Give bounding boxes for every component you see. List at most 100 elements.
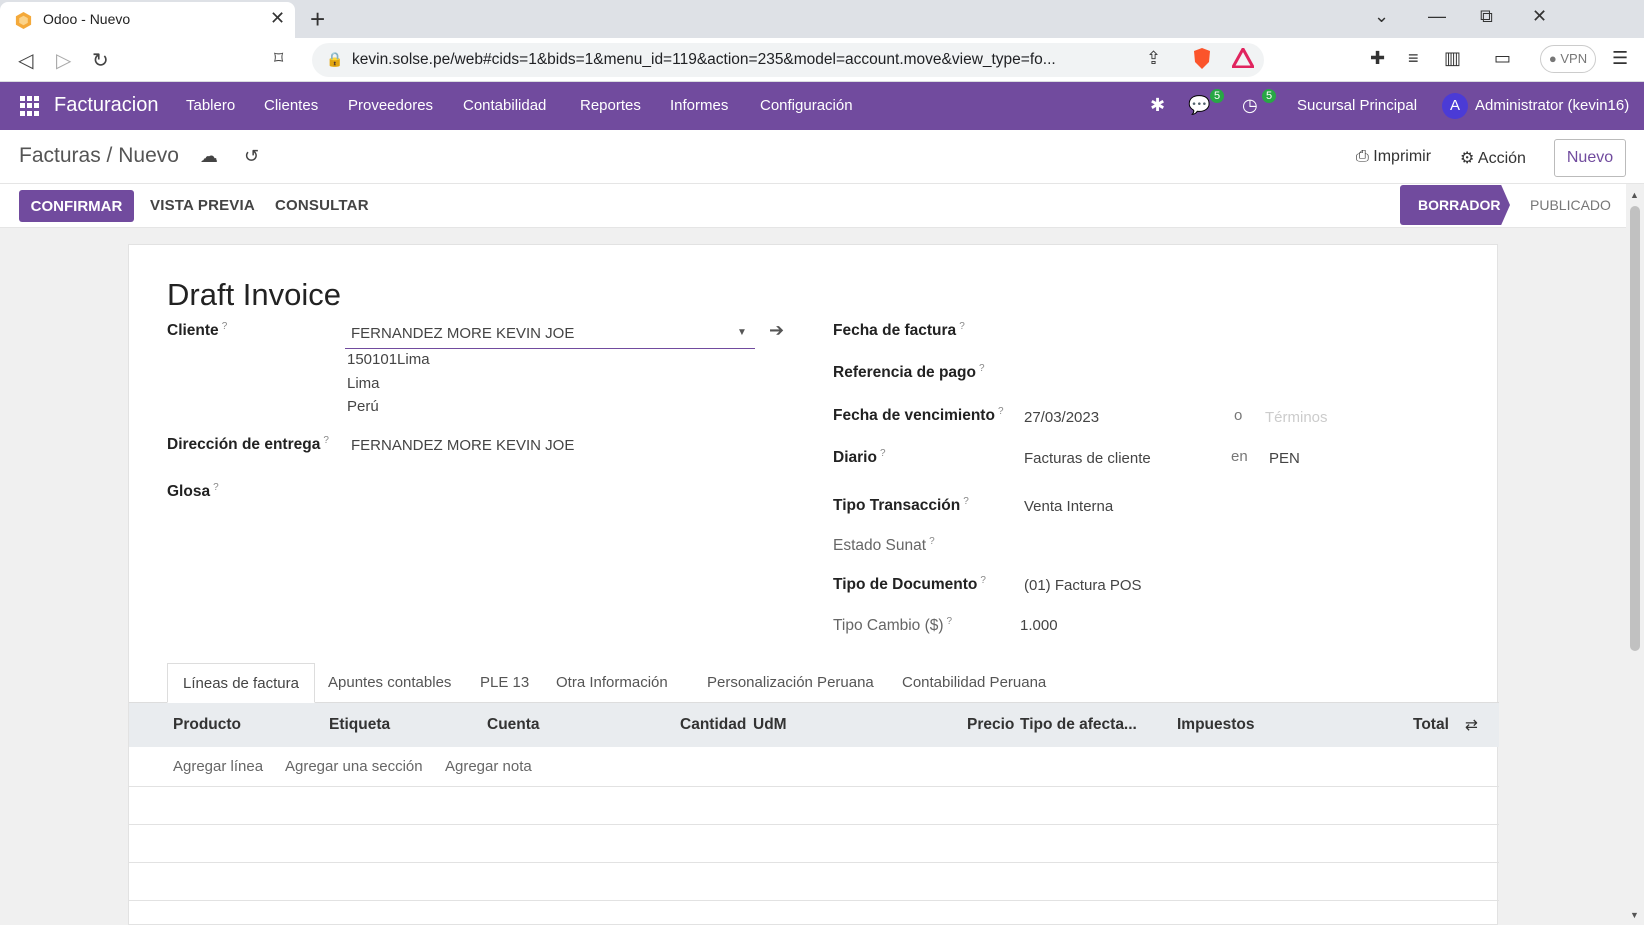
bug-icon[interactable]: ✱ bbox=[1150, 95, 1165, 116]
form-statusbar: CONFIRMAR VISTA PREVIA CONSULTAR BORRADO… bbox=[0, 184, 1644, 228]
address-bar[interactable]: 🔒 kevin.solse.pe/web#cids=1&bids=1&menu_… bbox=[312, 43, 1264, 77]
menu-clientes[interactable]: Clientes bbox=[264, 97, 318, 114]
messages-badge: 5 bbox=[1210, 89, 1225, 103]
tipo-cambio-label: Tipo Cambio ($)? bbox=[833, 616, 953, 635]
page-scrollbar[interactable]: ▲ ▼ bbox=[1626, 184, 1644, 925]
bookmark-icon[interactable]: ⌑ bbox=[274, 48, 283, 69]
preview-button[interactable]: VISTA PREVIA bbox=[150, 197, 255, 214]
external-link-icon[interactable]: ➔ bbox=[769, 320, 784, 341]
tipo-documento-field[interactable]: (01) Factura POS bbox=[1024, 577, 1142, 594]
tab-search-dropdown-icon[interactable]: ⌄ bbox=[1374, 6, 1389, 27]
tipo-cambio-field[interactable]: 1.000 bbox=[1020, 617, 1058, 634]
playlist-icon[interactable]: ≡ bbox=[1408, 48, 1419, 69]
menu-tablero[interactable]: Tablero bbox=[186, 97, 235, 114]
cloud-upload-icon[interactable]: ☁ bbox=[200, 146, 218, 167]
undo-icon[interactable]: ↺ bbox=[244, 146, 259, 167]
share-icon[interactable]: ⇪ bbox=[1146, 48, 1161, 69]
tipo-transaccion-field[interactable]: Venta Interna bbox=[1024, 498, 1113, 515]
col-cantidad[interactable]: Cantidad bbox=[680, 716, 746, 734]
diario-label: Diario? bbox=[833, 448, 886, 467]
page-title: Draft Invoice bbox=[167, 277, 342, 312]
add-section-link[interactable]: Agregar una sección bbox=[285, 758, 423, 775]
browser-tab[interactable]: Odoo - Nuevo ✕ bbox=[0, 2, 295, 38]
brave-shield-icon[interactable] bbox=[1192, 47, 1212, 71]
menu-informes[interactable]: Informes bbox=[670, 97, 728, 114]
cliente-field[interactable]: FERNANDEZ MORE KEVIN JOE ▼ bbox=[345, 319, 755, 349]
tab-otra-informacion[interactable]: Otra Información bbox=[541, 663, 683, 703]
lock-icon: 🔒 bbox=[326, 51, 344, 67]
lines-add-row: Agregar línea Agregar una sección Agrega… bbox=[129, 747, 1499, 787]
terminos-field[interactable]: Términos bbox=[1265, 409, 1328, 426]
tab-contabilidad-peruana[interactable]: Contabilidad Peruana bbox=[887, 663, 1061, 703]
tab-lineas-factura[interactable]: Líneas de factura bbox=[167, 663, 315, 703]
new-tab-button[interactable]: + bbox=[310, 4, 325, 35]
tab-ple-13[interactable]: PLE 13 bbox=[465, 663, 544, 703]
minimize-button[interactable]: — bbox=[1428, 6, 1446, 27]
add-note-link[interactable]: Agregar nota bbox=[445, 758, 532, 775]
browser-menu-icon[interactable]: ☰ bbox=[1612, 48, 1628, 69]
brave-rewards-icon[interactable] bbox=[1232, 48, 1254, 68]
col-cuenta[interactable]: Cuenta bbox=[487, 716, 540, 734]
clock-icon[interactable]: ◷ bbox=[1242, 95, 1258, 116]
scroll-up-icon[interactable]: ▲ bbox=[1630, 190, 1639, 200]
stage-publicado[interactable]: PUBLICADO bbox=[1530, 197, 1611, 213]
notebook-tabs: Líneas de factura Apuntes contables PLE … bbox=[129, 663, 1499, 703]
breadcrumb-parent[interactable]: Facturas bbox=[19, 144, 101, 167]
back-icon[interactable]: ◁ bbox=[18, 48, 33, 73]
diario-field[interactable]: Facturas de cliente bbox=[1024, 450, 1151, 467]
consult-button[interactable]: CONSULTAR bbox=[275, 197, 369, 214]
menu-configuracion[interactable]: Configuración bbox=[760, 97, 853, 114]
entrega-field[interactable]: FERNANDEZ MORE KEVIN JOE bbox=[351, 437, 574, 454]
breadcrumb: Facturas / Nuevo bbox=[19, 144, 179, 168]
new-record-button[interactable]: Nuevo bbox=[1554, 139, 1626, 177]
apps-grid-icon[interactable] bbox=[20, 96, 40, 116]
wallet-icon[interactable]: ▭ bbox=[1494, 48, 1511, 69]
extensions-icon[interactable]: ✚ bbox=[1370, 48, 1385, 69]
stage-borrador[interactable]: BORRADOR bbox=[1400, 185, 1510, 225]
vencimiento-or: o bbox=[1234, 407, 1243, 424]
tab-close-icon[interactable]: ✕ bbox=[270, 8, 285, 29]
chat-icon[interactable]: 💬 bbox=[1188, 95, 1210, 116]
scroll-down-icon[interactable]: ▼ bbox=[1630, 910, 1639, 920]
col-udm[interactable]: UdM bbox=[753, 716, 787, 734]
sidebar-icon[interactable]: ▥ bbox=[1444, 48, 1461, 69]
estado-sunat-label: Estado Sunat? bbox=[833, 536, 935, 555]
app-name[interactable]: Facturacion bbox=[54, 94, 159, 117]
column-toggle-icon[interactable]: ⇄ bbox=[1465, 716, 1478, 735]
confirm-button[interactable]: CONFIRMAR bbox=[19, 190, 134, 222]
col-precio[interactable]: Precio bbox=[967, 716, 1014, 734]
col-total[interactable]: Total bbox=[1413, 716, 1449, 734]
avatar[interactable]: A bbox=[1442, 93, 1468, 119]
vpn-button[interactable]: ● VPN bbox=[1540, 45, 1596, 73]
currency-field[interactable]: PEN bbox=[1269, 450, 1300, 467]
url-text[interactable]: kevin.solse.pe/web#cids=1&bids=1&menu_id… bbox=[352, 51, 1056, 69]
company-switcher[interactable]: Sucursal Principal bbox=[1297, 97, 1417, 114]
scroll-thumb[interactable] bbox=[1630, 206, 1640, 651]
menu-proveedores[interactable]: Proveedores bbox=[348, 97, 433, 114]
chevron-down-icon[interactable]: ▼ bbox=[737, 327, 747, 338]
breadcrumb-current: Nuevo bbox=[118, 144, 179, 167]
menu-reportes[interactable]: Reportes bbox=[580, 97, 641, 114]
col-impuestos[interactable]: Impuestos bbox=[1177, 716, 1255, 734]
entrega-label: Dirección de entrega? bbox=[167, 435, 329, 454]
browser-tabbar: Odoo - Nuevo ✕ + ⌄ — ⧉ ✕ bbox=[0, 0, 1644, 38]
odoo-favicon-icon bbox=[15, 11, 32, 30]
col-producto[interactable]: Producto bbox=[173, 716, 241, 734]
menu-contabilidad[interactable]: Contabilidad bbox=[463, 97, 546, 114]
tab-apuntes-contables[interactable]: Apuntes contables bbox=[313, 663, 466, 703]
tab-personalizacion-peruana[interactable]: Personalización Peruana bbox=[692, 663, 889, 703]
user-menu[interactable]: Administrator (kevin16) bbox=[1475, 97, 1629, 114]
add-line-link[interactable]: Agregar línea bbox=[173, 758, 263, 775]
close-window-button[interactable]: ✕ bbox=[1532, 6, 1547, 27]
col-tipo-afectacion[interactable]: Tipo de afecta... bbox=[1020, 716, 1137, 734]
vencimiento-field[interactable]: 27/03/2023 bbox=[1024, 409, 1099, 426]
fecha-factura-label: Fecha de factura? bbox=[833, 321, 965, 340]
restore-button[interactable]: ⧉ bbox=[1480, 6, 1493, 27]
print-button[interactable]: ⎙ Imprimir bbox=[1356, 148, 1431, 166]
reload-icon[interactable]: ↻ bbox=[92, 48, 109, 73]
col-etiqueta[interactable]: Etiqueta bbox=[329, 716, 390, 734]
forward-icon[interactable]: ▷ bbox=[56, 48, 71, 73]
address-line-3: Perú bbox=[347, 398, 379, 415]
vencimiento-label: Fecha de vencimiento? bbox=[833, 406, 1004, 425]
action-button[interactable]: ⚙ Acción bbox=[1460, 148, 1526, 168]
